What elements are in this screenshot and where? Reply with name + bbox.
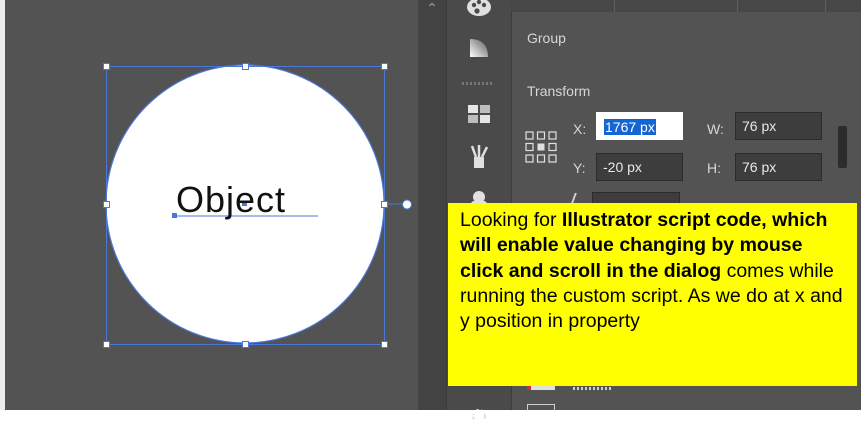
canvas-scrollbar[interactable] [418, 0, 446, 410]
handle-top-middle[interactable] [242, 63, 249, 70]
handle-middle-left[interactable] [103, 201, 110, 208]
swatch-strip [527, 386, 555, 390]
handle-top-left[interactable] [103, 63, 110, 70]
panel-scrollbar-thumb[interactable] [838, 126, 847, 168]
brushes-icon[interactable] [466, 143, 492, 169]
height-field[interactable]: 76 px [735, 153, 822, 181]
color-palette-icon[interactable] [466, 0, 492, 20]
x-position-field[interactable]: 1767 px [596, 112, 683, 140]
callout-text-intro: Looking for [460, 209, 562, 231]
reference-point-icon[interactable] [525, 131, 557, 168]
gradient-icon[interactable] [466, 35, 492, 61]
handle-bottom-middle[interactable] [242, 341, 249, 348]
width-field[interactable]: 76 px [735, 112, 822, 140]
question-callout: Looking for Illustrator script code, whi… [448, 203, 857, 386]
rotate-handle[interactable] [402, 199, 412, 210]
w-label: W: [707, 121, 724, 137]
selection-type-label: Group [527, 30, 566, 46]
handle-bottom-left[interactable] [103, 341, 110, 348]
h-label: H: [707, 160, 721, 176]
x-label: X: [573, 121, 587, 137]
stroke-weight-indicator [573, 387, 613, 390]
transform-section-title: Transform [527, 83, 591, 99]
object-text[interactable]: Object [176, 179, 286, 221]
x-position-value: 1767 px [604, 119, 656, 135]
handle-top-right[interactable] [381, 63, 388, 70]
handle-middle-right[interactable] [381, 201, 388, 208]
chevron-up-icon[interactable]: ⌃ [418, 0, 446, 18]
panel-grip[interactable] [462, 82, 494, 85]
y-label: Y: [573, 160, 586, 176]
handle-bottom-right[interactable] [381, 341, 388, 348]
window-bottom-edge [0, 410, 861, 414]
panel-tab-bar [511, 0, 861, 12]
swatches-grid-icon[interactable] [466, 101, 492, 127]
y-position-field[interactable]: -20 px [596, 153, 683, 181]
